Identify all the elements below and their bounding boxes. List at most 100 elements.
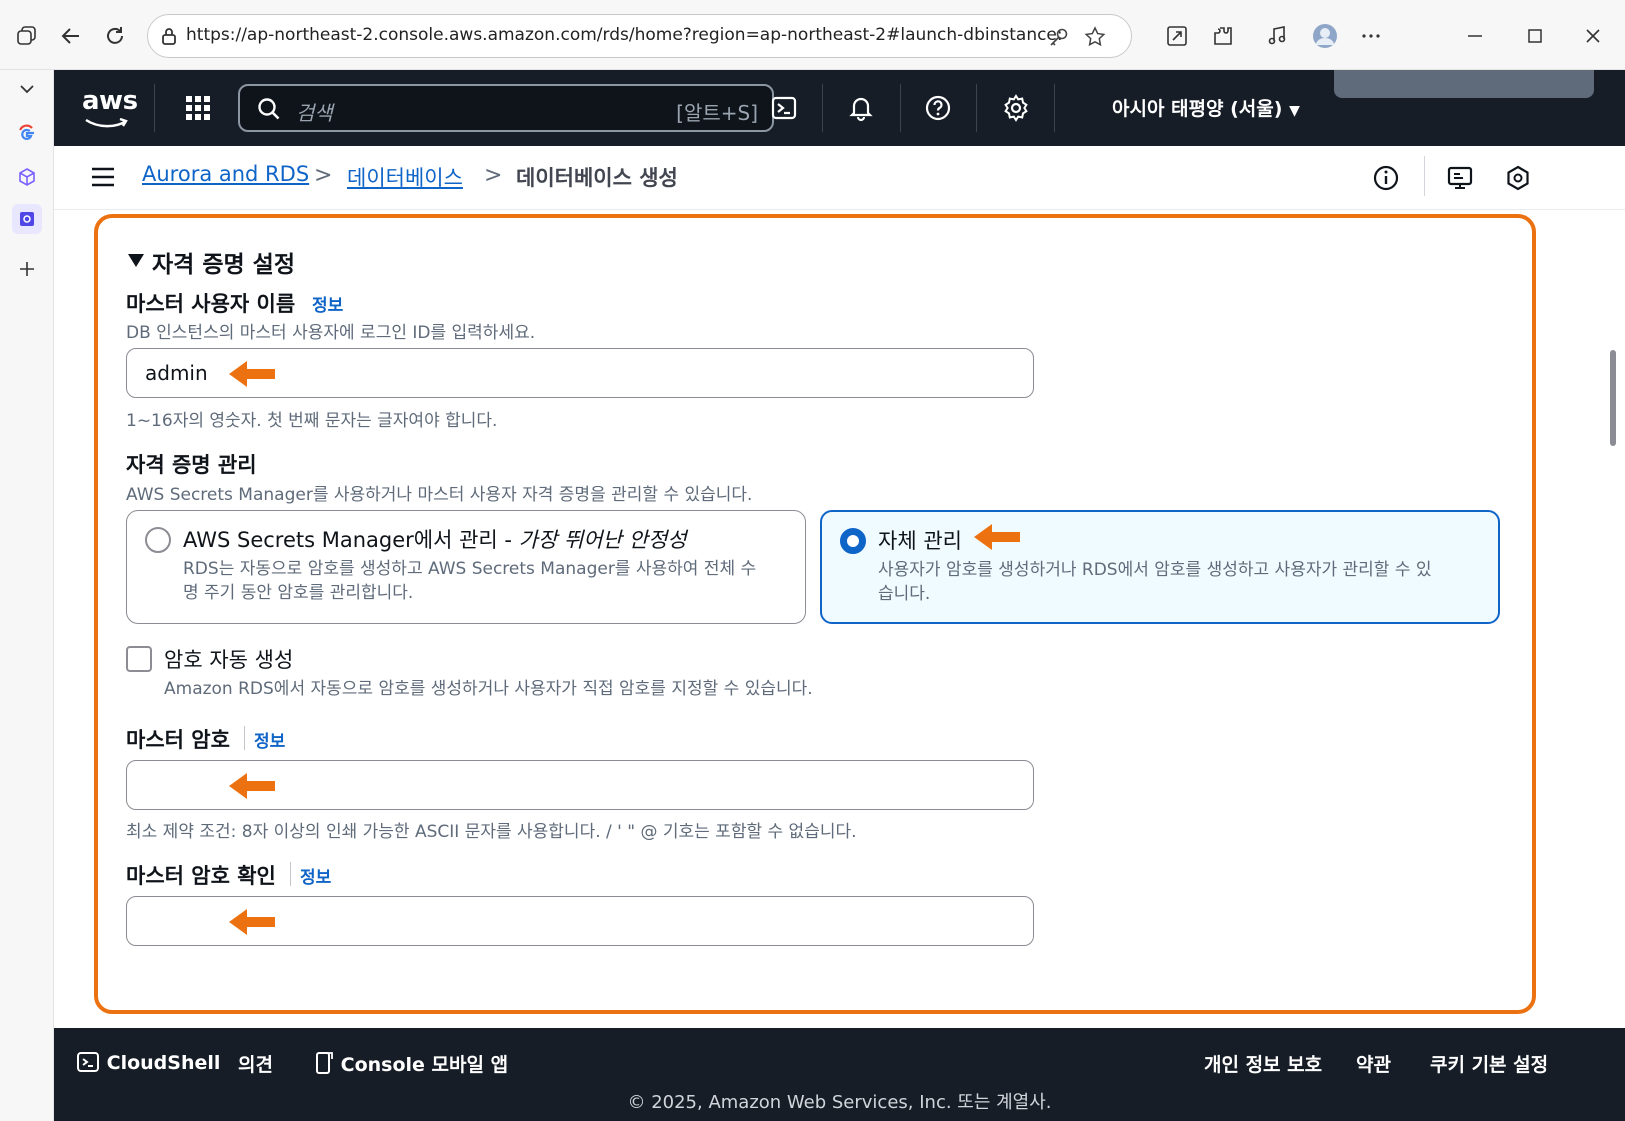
footer-mobile-app-link[interactable]: Console 모바일 앱: [314, 1050, 508, 1077]
search-placeholder: 검색: [296, 101, 333, 125]
master-password-info-link[interactable]: 정보: [254, 727, 285, 752]
credential-management-label: 자격 증명 관리: [126, 453, 257, 477]
hexagon-settings-icon[interactable]: [1502, 162, 1534, 194]
google-icon[interactable]: [12, 118, 42, 148]
media-icon[interactable]: [1262, 21, 1292, 51]
footer-mobile-app-label: Console 모바일 앱: [340, 1054, 509, 1076]
breadcrumb-separator: >: [314, 163, 333, 188]
radio-card-self-managed[interactable]: 자체 관리 사용자가 암호를 생성하거나 RDS에서 암호를 생성하고 사용자가…: [820, 510, 1500, 624]
footer-cloudshell-label: CloudShell: [106, 1052, 221, 1074]
master-username-description: DB 인스턴스의 마스터 사용자에 로그인 ID를 입력하세요.: [126, 323, 536, 343]
credentials-settings-panel: 자격 증명 설정 마스터 사용자 이름 정보 DB 인스턴스의 마스터 사용자에…: [54, 210, 1625, 1028]
master-username-label: 마스터 사용자 이름: [126, 292, 296, 316]
account-menu[interactable]: [1334, 70, 1594, 98]
nav-divider: [822, 84, 823, 132]
footer-copyright: © 2025, Amazon Web Services, Inc. 또는 계열사…: [627, 1092, 1052, 1113]
footer-terms-link[interactable]: 약관: [1356, 1050, 1391, 1077]
nav-divider: [1054, 84, 1055, 132]
back-icon[interactable]: [56, 21, 86, 51]
radio-secrets-manager-description: RDS는 자동으로 암호를 생성하고 AWS Secrets Manager를 …: [183, 557, 756, 605]
aws-top-nav: aws 검색 [알트+S] 아시아 태평양 (서울) ▼: [54, 70, 1625, 146]
master-username-value: admin: [145, 361, 208, 385]
chevron-down-icon[interactable]: [12, 74, 42, 104]
description-line: 습니다.: [878, 584, 931, 604]
settings-gear-icon[interactable]: [998, 90, 1034, 126]
favorite-star-icon[interactable]: [1082, 24, 1108, 50]
confirm-password-label: 마스터 암호 확인: [126, 864, 276, 888]
collapse-triangle-icon[interactable]: [128, 254, 144, 267]
search-shortcut: [알트+S]: [676, 101, 758, 125]
auto-generate-password-checkbox[interactable]: [126, 646, 152, 672]
breadcrumb-link-aurora-rds[interactable]: Aurora and RDS: [142, 162, 309, 186]
console-footer: CloudShell 의견 Console 모바일 앱 개인 정보 보호 약관 …: [54, 1028, 1625, 1121]
nav-divider: [154, 84, 155, 132]
orange-arrow-icon: [229, 361, 275, 387]
key-icon[interactable]: [1046, 24, 1072, 50]
help-icon[interactable]: [920, 90, 956, 126]
add-icon[interactable]: [12, 254, 42, 284]
label-divider: [290, 862, 291, 886]
orange-arrow-icon: [974, 524, 1020, 550]
radio-secrets-manager[interactable]: [145, 527, 171, 553]
radio-card-secrets-manager[interactable]: AWS Secrets Manager에서 관리 - 가장 뛰어난 안정성 RD…: [126, 510, 806, 624]
mobile-phone-icon: [316, 1052, 333, 1074]
refresh-icon[interactable]: [100, 21, 130, 51]
aws-smile-logo: [85, 118, 128, 128]
browser-toolbar: https://ap-northeast-2.console.aws.amazo…: [0, 0, 1625, 70]
radio-title-italic: 가장 뛰어난 안정성: [518, 528, 687, 552]
footer-feedback-link[interactable]: 의견: [238, 1050, 273, 1077]
radio-self-managed[interactable]: [840, 528, 866, 554]
radio-title-main: AWS Secrets Manager에서 관리 -: [183, 528, 519, 552]
master-password-hint: 최소 제약 조건: 8자 이상의 인쇄 가능한 ASCII 문자를 사용합니다.…: [126, 822, 857, 842]
region-selector[interactable]: 아시아 태평양 (서울) ▼: [1112, 94, 1300, 121]
radio-self-managed-description: 사용자가 암호를 생성하거나 RDS에서 암호를 생성하고 사용자가 관리할 수…: [878, 558, 1432, 606]
more-menu-icon[interactable]: [1356, 21, 1386, 51]
region-label: 아시아 태평양 (서울): [1112, 98, 1283, 120]
maximize-icon[interactable]: [1520, 21, 1550, 51]
confirm-password-info-link[interactable]: 정보: [300, 863, 331, 888]
info-circle-icon[interactable]: [1370, 162, 1402, 194]
cloudshell-icon[interactable]: [766, 90, 802, 126]
active-app-icon[interactable]: [12, 204, 42, 234]
close-icon[interactable]: [1578, 21, 1608, 51]
confirm-password-input[interactable]: [126, 896, 1034, 946]
section-title[interactable]: 자격 증명 설정: [152, 245, 295, 279]
credential-management-description: AWS Secrets Manager를 사용하거나 마스터 사용자 자격 증명…: [126, 485, 753, 505]
apps-grid-icon[interactable]: [184, 94, 212, 122]
nav-divider: [976, 84, 977, 132]
nav-divider: [900, 84, 901, 132]
master-username-info-link[interactable]: 정보: [312, 291, 343, 316]
address-url[interactable]: https://ap-northeast-2.console.aws.amazo…: [186, 25, 1063, 45]
orange-arrow-icon: [229, 909, 275, 935]
hamburger-menu-icon[interactable]: [90, 164, 116, 190]
page-scrollbar[interactable]: [1610, 350, 1616, 446]
feedback-monitor-icon[interactable]: [1444, 162, 1476, 194]
profile-avatar[interactable]: [1310, 21, 1340, 51]
breadcrumb-separator: >: [484, 163, 503, 188]
browser-sidebar: [0, 70, 54, 1121]
footer-privacy-link[interactable]: 개인 정보 보호: [1204, 1050, 1322, 1077]
footer-cloudshell-link[interactable]: CloudShell: [76, 1050, 220, 1074]
minimize-icon[interactable]: [1460, 21, 1490, 51]
extensions-icon[interactable]: [1208, 21, 1238, 51]
cloudshell-icon: [77, 1052, 99, 1072]
auto-generate-password-label[interactable]: 암호 자동 생성: [164, 644, 293, 674]
tab-actions-icon[interactable]: [12, 21, 42, 51]
split-screen-icon[interactable]: [1162, 21, 1192, 51]
footer-cookie-preferences-link[interactable]: 쿠키 기본 설정: [1430, 1050, 1548, 1077]
label-divider: [244, 726, 245, 750]
notifications-bell-icon[interactable]: [843, 90, 879, 126]
master-password-input[interactable]: [126, 760, 1034, 810]
auto-generate-password-description: Amazon RDS에서 자동으로 암호를 생성하거나 사용자가 직접 암호를 …: [164, 679, 813, 699]
lock-icon[interactable]: [158, 25, 180, 47]
master-username-input[interactable]: admin: [126, 348, 1034, 398]
caret-down-icon: ▼: [1289, 103, 1300, 119]
search-input[interactable]: 검색 [알트+S]: [238, 84, 774, 132]
cube-icon[interactable]: [12, 162, 42, 192]
breadcrumb-link-databases[interactable]: 데이터베이스: [347, 162, 463, 192]
address-bar[interactable]: https://ap-northeast-2.console.aws.amazo…: [147, 14, 1132, 58]
aws-logo[interactable]: aws: [82, 86, 138, 116]
master-password-label: 마스터 암호: [126, 728, 230, 752]
breadcrumb: Aurora and RDS > 데이터베이스 > 데이터베이스 생성: [54, 146, 1625, 210]
description-line: 사용자가 암호를 생성하거나 RDS에서 암호를 생성하고 사용자가 관리할 수…: [878, 560, 1432, 580]
